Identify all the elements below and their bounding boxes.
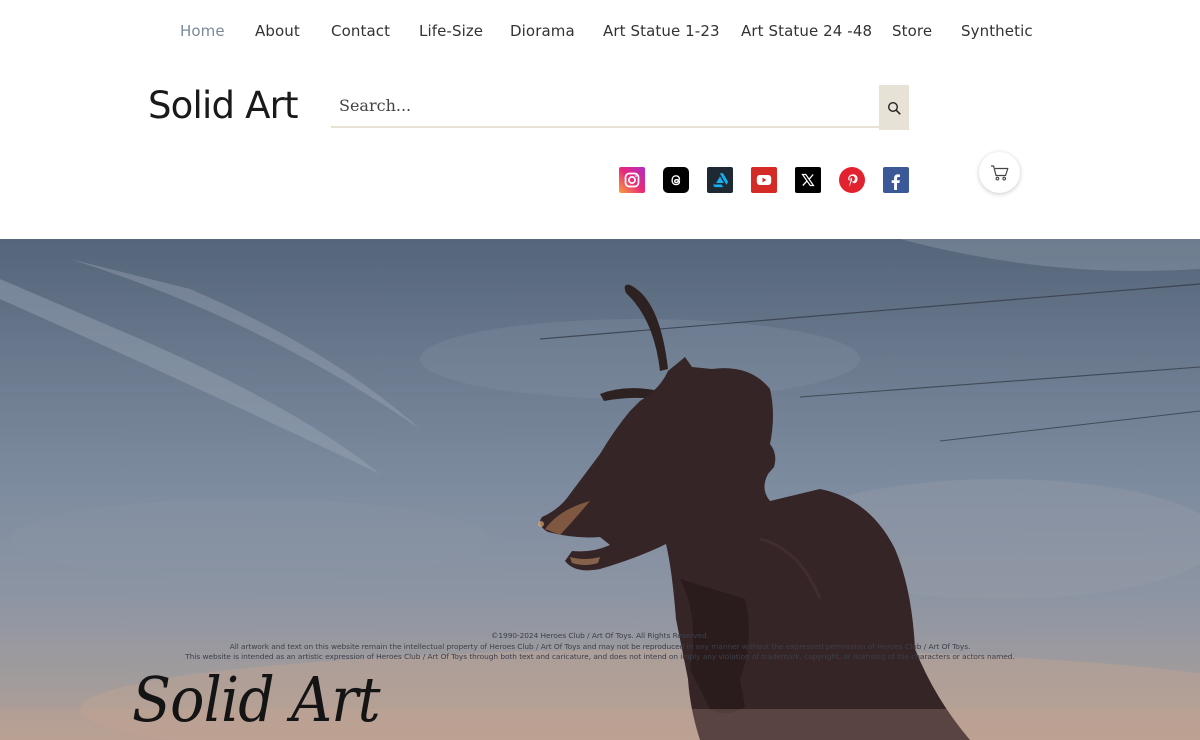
facebook-link[interactable] [883, 167, 909, 193]
search-bar [331, 85, 909, 130]
youtube-icon [756, 175, 772, 185]
instagram-icon [624, 172, 640, 188]
footer-ip-notice: All artwork and text on this website rem… [229, 642, 971, 651]
search-button[interactable] [879, 85, 909, 130]
nav-item-contact[interactable]: Contact [331, 22, 390, 40]
cart-button[interactable] [979, 152, 1020, 193]
nav-item-home[interactable]: Home [180, 22, 225, 40]
top-navigation: Home About Contact Life-Size Diorama Art… [0, 22, 1200, 50]
threads-icon [671, 175, 681, 186]
hero-section: ©1990-2024 Heroes Club / Art Of Toys. Al… [0, 239, 1200, 740]
nav-item-art-statue-24-48[interactable]: Art Statue 24 -48 [741, 22, 872, 40]
youtube-link[interactable] [751, 167, 777, 193]
cart-icon [990, 164, 1008, 180]
artstation-icon [713, 173, 729, 188]
pinterest-link[interactable] [839, 167, 865, 193]
search-icon [887, 101, 901, 115]
x-link[interactable] [795, 167, 821, 193]
nav-item-about[interactable]: About [255, 22, 300, 40]
facebook-icon [891, 174, 900, 190]
x-icon [801, 173, 815, 187]
search-input[interactable] [331, 85, 879, 128]
nav-item-art-statue-1-23[interactable]: Art Statue 1-23 [603, 22, 720, 40]
site-logo[interactable]: Solid Art [148, 84, 299, 127]
pinterest-icon [848, 174, 858, 187]
instagram-link[interactable] [619, 167, 645, 193]
nav-item-synthetic[interactable]: Synthetic [961, 22, 1033, 40]
nav-item-store[interactable]: Store [892, 22, 932, 40]
footer-copyright: ©1990-2024 Heroes Club / Art Of Toys. Al… [491, 631, 709, 640]
footer-disclaimer: This website is intended as an artistic … [185, 652, 1015, 661]
threads-link[interactable] [663, 167, 689, 193]
hero-script-logo: Solid Art [132, 663, 381, 736]
artstation-link[interactable] [707, 167, 733, 193]
nav-item-life-size[interactable]: Life-Size [419, 22, 483, 40]
nav-item-diorama[interactable]: Diorama [510, 22, 575, 40]
